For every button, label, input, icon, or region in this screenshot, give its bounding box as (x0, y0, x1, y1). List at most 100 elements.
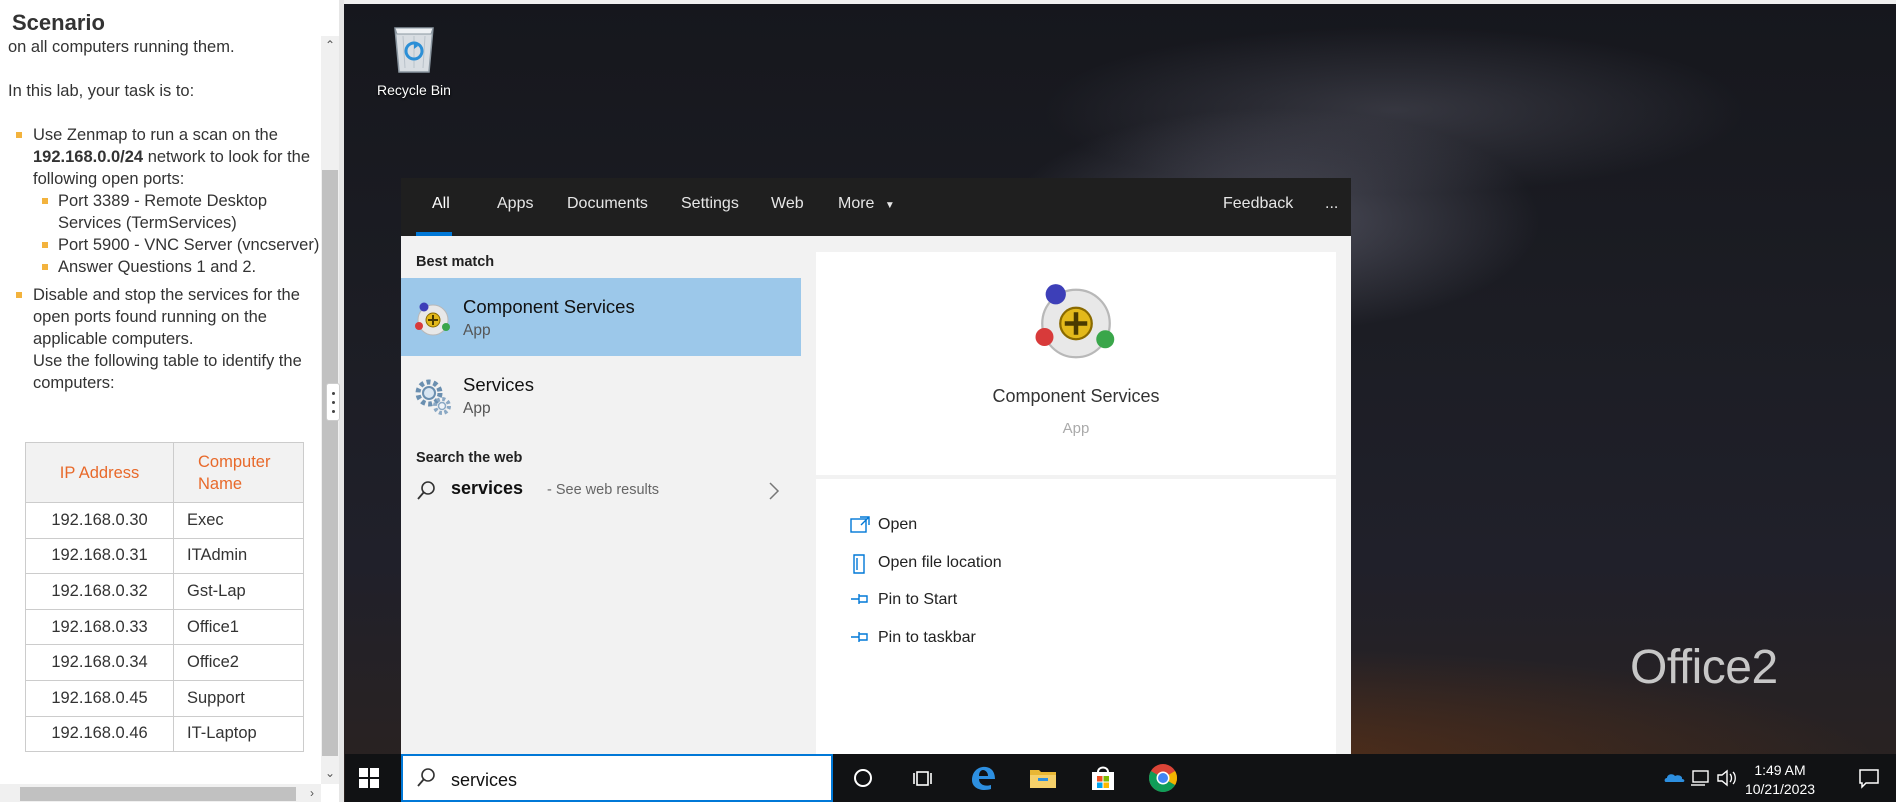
ip-cell: 192.168.0.33 (25, 608, 174, 646)
edge-button[interactable] (967, 762, 999, 794)
result-title: Component Services (463, 296, 635, 317)
tab-documents[interactable]: Documents (567, 178, 648, 236)
chevron-right-icon (769, 482, 780, 500)
preview-actions: Open Open file location Pin to Start Pin… (816, 479, 1336, 754)
ip-cell: 192.168.0.30 (25, 502, 174, 539)
scenario-title: Scenario (12, 10, 105, 35)
action-open[interactable]: Open (850, 513, 1150, 539)
tab-more[interactable]: More ▼ (838, 178, 895, 236)
scroll-down-arrow-icon[interactable]: ⌄ (321, 764, 339, 782)
clock-time[interactable]: 1:49 AM (1735, 762, 1825, 778)
preview-title: Component Services (992, 386, 1160, 406)
splitter-handle[interactable] (326, 383, 340, 421)
recycle-bin-icon (394, 27, 434, 73)
pin-icon (851, 594, 868, 604)
onedrive-icon (1664, 774, 1685, 782)
name-cell: Office1 (173, 608, 304, 646)
clock-date[interactable]: 10/21/2023 (1735, 781, 1825, 797)
tab-all[interactable]: All (432, 178, 450, 236)
task-view-button[interactable] (907, 762, 939, 794)
name-cell: ITAdmin (173, 537, 304, 575)
dropdown-arrow-icon: ▼ (884, 200, 895, 211)
network-address: 192.168.0.0/24 (33, 148, 144, 166)
chrome-button[interactable] (1147, 762, 1179, 794)
taskbar-search-box[interactable]: services (401, 754, 833, 802)
task-note: Use the following table to identify the … (33, 352, 302, 392)
ip-cell: 192.168.0.45 (25, 679, 174, 717)
pin-icon (851, 632, 868, 642)
recycle-bin-shortcut[interactable]: Recycle Bin (369, 14, 459, 106)
computer-name-watermark: Office2 (1630, 641, 1778, 694)
web-query: services (451, 478, 524, 498)
edge-icon (972, 766, 995, 790)
name-cell: IT-Laptop (173, 715, 304, 753)
search-flyout: All Apps Documents Settings Web More ▼ F… (401, 178, 1351, 754)
handle-dot (332, 401, 335, 404)
file-explorer-icon (1030, 770, 1056, 788)
name-cell: Office2 (173, 644, 304, 681)
onedrive-tray-button[interactable] (1663, 762, 1687, 794)
action-center-button[interactable] (1853, 762, 1885, 794)
desktop-top-border (344, 0, 1896, 4)
subtask-item: Answer Questions 1 and 2. (8, 256, 324, 278)
store-icon (1092, 766, 1114, 790)
best-match-heading: Best match (416, 254, 495, 270)
horizontal-scroll-thumb[interactable] (20, 787, 296, 801)
ip-cell: 192.168.0.34 (25, 644, 174, 681)
table-row: 192.168.0.32 Gst-Lap (25, 573, 304, 610)
action-pin-to-taskbar[interactable]: Pin to taskbar (850, 626, 1150, 652)
store-button[interactable] (1087, 762, 1119, 794)
services-gear-icon (415, 379, 451, 415)
scenario-body: on all computers running them. In this l… (8, 36, 324, 394)
action-label: Pin to Start (878, 591, 958, 608)
vertical-scroll-thumb[interactable] (322, 170, 338, 756)
web-search-result[interactable]: services - See web results (401, 470, 801, 510)
computer-table: IP Address Computer Name 192.168.0.30 Exe… (25, 442, 304, 753)
task-text: Disable and stop the services for the op… (33, 286, 300, 348)
subtask-item: Port 5900 - VNC Server (vncserver) (8, 234, 324, 256)
table-row: 192.168.0.34 Office2 (25, 644, 304, 681)
start-button[interactable] (345, 754, 393, 802)
cortana-button[interactable] (847, 762, 879, 794)
column-header-ip: IP Address (25, 442, 174, 503)
tab-web[interactable]: Web (771, 178, 804, 236)
result-services[interactable]: Services App (401, 356, 801, 434)
more-options-button[interactable]: ... (1325, 178, 1338, 236)
result-component-services[interactable]: Component Services App (401, 278, 801, 356)
search-icon (417, 481, 435, 500)
ip-cell: 192.168.0.31 (25, 537, 174, 575)
taskbar: services 1:49 AM 10/21/2023 (345, 754, 1896, 802)
notification-icon (1859, 769, 1879, 789)
handle-dot (332, 392, 335, 395)
tab-settings[interactable]: Settings (681, 178, 739, 236)
table-row: 192.168.0.46 IT-Laptop (25, 715, 304, 753)
search-query: services (451, 770, 518, 790)
name-cell: Exec (173, 502, 304, 539)
task-view-icon (913, 771, 932, 786)
scroll-right-arrow-icon[interactable]: › (303, 784, 321, 802)
name-cell: Gst-Lap (173, 573, 304, 610)
tab-more-label: More (838, 195, 875, 212)
task-intro: In this lab, your task is to: (8, 82, 195, 100)
network-tray-button[interactable] (1689, 762, 1713, 794)
handle-dot (332, 410, 335, 413)
feedback-button[interactable]: Feedback (1223, 178, 1293, 236)
network-icon (1691, 770, 1709, 786)
column-header-name: Computer Name (173, 442, 304, 503)
search-results-list: Best match Component Services App Servic… (401, 236, 801, 754)
task-item: Use Zenmap to run a scan on the 192.168.0… (8, 124, 324, 190)
result-type: App (463, 400, 491, 417)
search-icon (417, 768, 435, 787)
action-open-file-location[interactable]: Open file location (850, 551, 1150, 577)
table-row: 192.168.0.30 Exec (25, 502, 304, 539)
scenario-panel: Scenario on all computers running them. … (0, 0, 344, 802)
result-type: App (463, 322, 491, 339)
scroll-up-arrow-icon[interactable]: ⌃ (321, 36, 339, 54)
ip-cell: 192.168.0.46 (25, 715, 174, 753)
tab-apps[interactable]: Apps (497, 178, 533, 236)
cortana-icon (854, 769, 872, 787)
file-explorer-button[interactable] (1027, 762, 1059, 794)
ip-cell: 192.168.0.32 (25, 573, 174, 610)
action-pin-to-start[interactable]: Pin to Start (850, 588, 1150, 614)
name-cell: Support (173, 679, 304, 717)
